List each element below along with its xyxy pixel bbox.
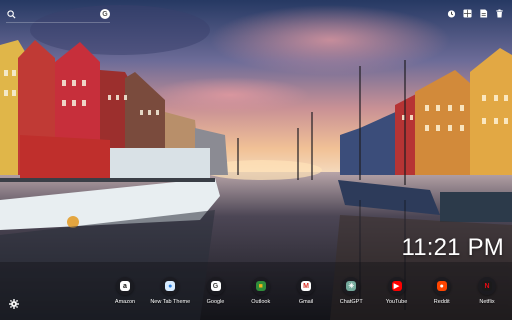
app-label: Amazon bbox=[114, 299, 136, 305]
app-shortcut-youtube[interactable]: ▶ YouTube bbox=[375, 277, 419, 311]
app-icon-circle: ✳ bbox=[342, 277, 361, 295]
app-shortcut-outlook[interactable]: ■ Outlook bbox=[239, 277, 283, 311]
trash-icon[interactable] bbox=[494, 8, 504, 18]
app-label: Reddit bbox=[433, 299, 450, 305]
settings-gear-icon[interactable] bbox=[9, 299, 19, 309]
clock-time: 11:21 PM bbox=[401, 234, 504, 261]
wallpaper-background bbox=[0, 0, 512, 320]
new-tab-theme-icon: ● bbox=[165, 281, 176, 291]
search-icon[interactable] bbox=[6, 9, 16, 19]
google-icon: G bbox=[210, 281, 221, 291]
app-icon-circle: a bbox=[116, 277, 134, 295]
youtube-icon: ▶ bbox=[391, 281, 402, 291]
app-label: New Tab Theme bbox=[150, 299, 191, 305]
app-shortcut-gmail[interactable]: M Gmail bbox=[284, 277, 328, 311]
app-shortcut-reddit[interactable]: ● Reddit bbox=[420, 277, 464, 311]
app-icon-circle: N bbox=[478, 277, 496, 295]
gmail-icon: M bbox=[301, 281, 311, 291]
app-label: Google bbox=[206, 299, 225, 305]
app-label: ChatGPT bbox=[339, 299, 363, 305]
app-icon-circle: ▶ bbox=[387, 277, 406, 295]
google-g-icon[interactable]: G bbox=[100, 9, 110, 19]
app-icon-circle: ● bbox=[161, 277, 180, 295]
top-right-toolbar bbox=[446, 8, 504, 18]
chatgpt-icon: ✳ bbox=[346, 281, 357, 291]
app-shortcut-google[interactable]: G Google bbox=[194, 277, 238, 311]
amazon-icon: a bbox=[120, 281, 130, 291]
app-icon-circle: G bbox=[206, 277, 225, 295]
timer-icon[interactable] bbox=[446, 8, 456, 18]
app-shortcut-netflix[interactable]: N Netflix bbox=[465, 277, 509, 311]
app-icon-circle: M bbox=[297, 277, 315, 295]
shortcut-dock: a Amazon ● New Tab Theme G Google ■ Outlook M Gma… bbox=[103, 277, 509, 311]
note-icon[interactable] bbox=[478, 8, 488, 18]
netflix-icon: N bbox=[482, 281, 492, 291]
app-icon-circle: ■ bbox=[251, 277, 270, 295]
app-label: Outlook bbox=[251, 299, 271, 305]
app-shortcut-amazon[interactable]: a Amazon bbox=[103, 277, 147, 311]
app-shortcut-new-tab-theme[interactable]: ● New Tab Theme bbox=[148, 277, 192, 311]
app-label: Gmail bbox=[298, 299, 314, 305]
outlook-icon: ■ bbox=[255, 281, 266, 291]
search-bar[interactable]: G bbox=[6, 6, 110, 23]
app-label: YouTube bbox=[385, 299, 408, 305]
grid-icon[interactable] bbox=[462, 8, 472, 18]
app-label: Netflix bbox=[479, 299, 495, 305]
app-icon-circle: ● bbox=[432, 277, 451, 295]
app-shortcut-chatgpt[interactable]: ✳ ChatGPT bbox=[329, 277, 373, 311]
reddit-icon: ● bbox=[436, 281, 447, 291]
